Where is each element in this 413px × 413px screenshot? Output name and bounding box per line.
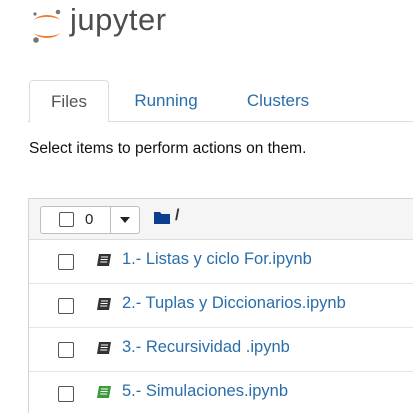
file-list-header: 0 / — [29, 199, 413, 240]
file-checkbox[interactable] — [58, 298, 74, 314]
select-divider — [110, 207, 111, 233]
breadcrumb-root[interactable]: / — [175, 207, 179, 225]
file-link[interactable]: 1.- Listas y ciclo For.ipynb — [122, 250, 312, 269]
file-row[interactable]: 3.- Recursividad .ipynb — [29, 328, 413, 372]
instructions-text: Select items to perform actions on them. — [29, 140, 307, 157]
file-link[interactable]: 5.- Simulaciones.ipynb — [122, 382, 288, 401]
notebook-icon — [97, 298, 111, 310]
file-checkbox[interactable] — [58, 254, 74, 270]
file-row[interactable]: 2.- Tuplas y Diccionarios.ipynb — [29, 284, 413, 328]
tab-files[interactable]: Files — [29, 80, 109, 123]
file-list: 0 / 1.- Listas y ciclo For.ipynb 2.- Tup… — [28, 198, 413, 413]
notebook-running-icon — [97, 386, 111, 398]
header: jupyter — [0, 0, 413, 60]
file-checkbox[interactable] — [58, 342, 74, 358]
jupyter-file-browser: jupyter Files Running Clusters Select it… — [0, 0, 413, 413]
jupyter-logo-text[interactable]: jupyter — [70, 2, 167, 38]
selected-count: 0 — [85, 211, 94, 228]
select-all-checkbox[interactable] — [59, 212, 74, 227]
file-checkbox[interactable] — [58, 386, 74, 402]
file-link[interactable]: 2.- Tuplas y Diccionarios.ipynb — [122, 294, 346, 313]
tab-clusters[interactable]: Clusters — [233, 80, 323, 121]
file-row[interactable]: 5.- Simulaciones.ipynb — [29, 372, 413, 413]
notebook-icon — [97, 254, 111, 266]
file-row[interactable]: 1.- Listas y ciclo For.ipynb — [29, 240, 413, 284]
jupyter-logo-icon[interactable] — [30, 6, 64, 46]
notebook-icon — [97, 342, 111, 354]
tab-running[interactable]: Running — [120, 80, 212, 121]
select-all-group: 0 — [40, 206, 140, 234]
caret-down-icon[interactable] — [120, 216, 130, 224]
folder-icon[interactable] — [154, 211, 170, 224]
file-link[interactable]: 3.- Recursividad .ipynb — [122, 338, 290, 357]
tab-bar: Files Running Clusters — [0, 80, 413, 123]
